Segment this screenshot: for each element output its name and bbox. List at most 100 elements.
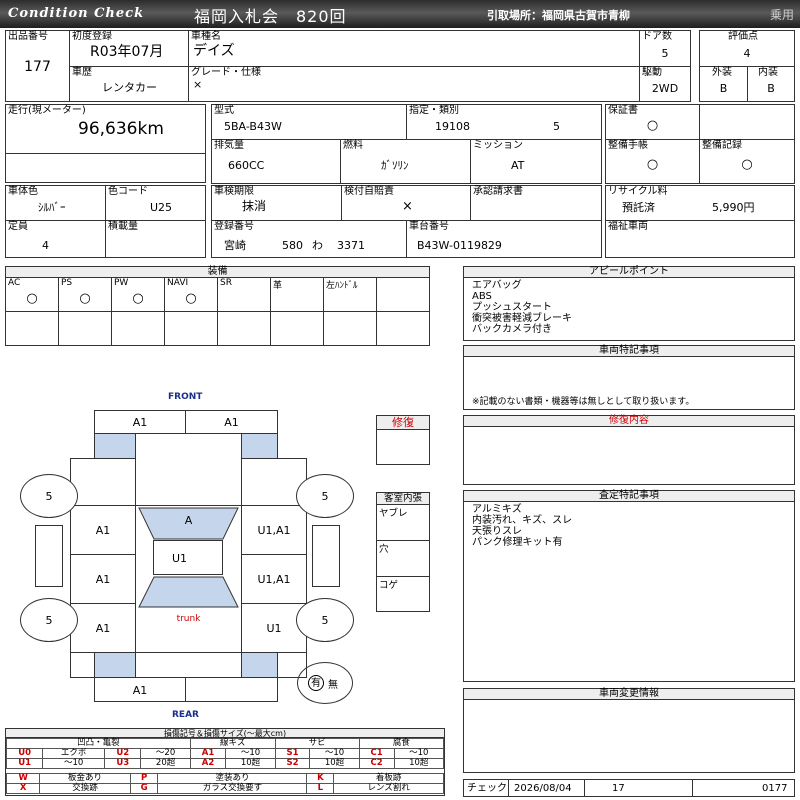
left-mirror-box	[35, 525, 63, 587]
legend-cell: ～10	[309, 748, 360, 759]
legend-group-rust: サビ	[274, 738, 360, 749]
first-reg-value: R03年07月	[90, 44, 164, 60]
cabin-title: 客室内張	[377, 493, 429, 505]
special-section: 車両特記事項 ※記載のない書類・機器等は無しとして取り扱います。	[463, 345, 795, 410]
part-left-fender: A1	[70, 505, 136, 555]
check-code: 0177	[762, 783, 788, 794]
equip-cell-6: 左ﾊﾝﾄﾞﾙ	[324, 278, 377, 312]
recycle-label: リサイクル料	[608, 186, 668, 197]
displacement-value: 660CC	[228, 159, 265, 172]
equip-label: PW	[114, 278, 129, 288]
equip-label: 革	[273, 281, 283, 291]
spare-tire: 有 無	[297, 662, 353, 704]
legend-cell: S2	[274, 758, 311, 769]
lot-label: 出品番号	[8, 31, 48, 42]
part-rear-bumper-right	[185, 677, 278, 702]
equip-blank-cell	[165, 312, 218, 346]
legend-cell: U3	[104, 758, 142, 769]
model-value: 5BA-B43W	[224, 120, 282, 133]
history-value: レンタカー	[102, 81, 157, 94]
capacity-cell: 定員 4	[5, 220, 106, 258]
grade-value: ×	[193, 78, 203, 91]
part-hood: A	[184, 514, 193, 527]
part-left-rear-corner	[70, 652, 95, 678]
warranty-cell: 保証書 ○	[605, 104, 700, 140]
transmission-label: ミッション	[473, 140, 523, 151]
part-taillight-right	[241, 652, 278, 678]
legend-cell: ～20	[140, 748, 191, 759]
model-cell: 型式 5BA-B43W	[211, 104, 407, 140]
assessment-section: 査定特記事項 アルミキズ 内装汚れ、キズ、スレ 天張りスレ パンク修理キット有	[463, 490, 795, 682]
legend-cell: 板金あり	[39, 773, 131, 784]
assessment-text: アルミキズ 内装汚れ、キズ、スレ 天張りスレ パンク修理キット有	[472, 504, 573, 548]
repair-title: 修復内容	[464, 416, 794, 427]
color-code-value: U25	[150, 201, 173, 214]
part-rear-bumper: A1	[94, 677, 186, 702]
change-section: 車両変更情報	[463, 688, 795, 773]
doors-cell: ドア数 5	[639, 30, 691, 67]
damage-legend: 損傷記号＆損傷サイズ(～最大cm) 凹凸・亀裂 線キズ サビ 腐食 U0 エクボ U…	[5, 728, 445, 796]
color-code-cell: 色コード U25	[105, 185, 206, 221]
car-name-label: 車種名	[191, 31, 221, 42]
designation-value-1: 19108	[435, 120, 470, 133]
rating-label: 評価点	[728, 31, 758, 42]
rear-label: REAR	[172, 710, 199, 720]
car-diagram: FRONT REAR A1 A1 A1 A1 A1 U1,A1 U1,A1 U1…	[0, 380, 460, 720]
reg-no-cell: 登録番号 宮崎 580 わ 3371	[211, 220, 407, 258]
legend-cell: A1	[189, 748, 227, 759]
equipment-title: 装備	[6, 267, 429, 278]
approval-label: 承認請求書	[473, 186, 523, 197]
tire-front-right: 5	[296, 474, 354, 518]
chassis-cell: 車台番号 B43W-0119829	[406, 220, 602, 258]
assessment-title: 査定特記事項	[464, 491, 794, 502]
equip-label: PS	[61, 278, 73, 288]
part-front-left: A1	[94, 410, 186, 434]
check-date: 2026/08/04	[514, 783, 572, 794]
load-cell: 積載量	[105, 220, 206, 258]
legend-cell: X	[5, 783, 41, 794]
repair-box: 修復	[376, 415, 430, 465]
warranty-blank-cell	[699, 104, 795, 140]
rating-value: 4	[743, 47, 751, 60]
maint-book-value: ○	[646, 157, 659, 172]
color-code-label: 色コード	[108, 186, 148, 197]
part-headlight-left	[94, 433, 136, 459]
legend-cell: C1	[358, 748, 395, 759]
part-right-fender: U1,A1	[241, 505, 307, 555]
fuel-value: ｶﾞｿﾘﾝ	[381, 159, 409, 172]
legend-cell: K	[306, 773, 335, 784]
legend-cell: ～10	[393, 748, 445, 759]
page-title: 福岡入札会 820回	[194, 7, 347, 26]
appeal-title: アピールポイント	[464, 267, 794, 278]
appeal-text: エアバッグ ABS プッシュスタート 衝突被害軽減ブレーキ バックカメラ付き	[472, 280, 572, 335]
designation-label: 指定・類別	[409, 105, 459, 116]
equip-value: ○	[132, 291, 144, 306]
doors-value: 5	[661, 47, 669, 60]
legend-cell: 10超	[309, 758, 360, 769]
legend-cell: ガラス交換要す	[157, 783, 308, 794]
cabin-tear: ヤブレ	[377, 505, 429, 541]
equip-value: ○	[79, 291, 91, 306]
change-title: 車両変更情報	[464, 689, 794, 700]
equip-label: 左ﾊﾝﾄﾞﾙ	[326, 281, 358, 291]
equip-blank-cell	[59, 312, 112, 346]
capacity-value: 4	[42, 239, 49, 252]
front-label: FRONT	[168, 392, 203, 402]
mileage-value: 96,636km	[78, 119, 164, 139]
equip-blank-cell	[6, 312, 59, 346]
legend-group-corrosion: 腐食	[358, 738, 445, 749]
reg-place: 宮崎	[224, 239, 246, 252]
displacement-label: 排気量	[214, 140, 244, 151]
check-label: チェック	[467, 783, 507, 794]
legend-cell: 塗装あり	[157, 773, 308, 784]
legend-cell: 10超	[393, 758, 445, 769]
equip-blank-cell	[324, 312, 377, 346]
reg-kana: わ	[312, 239, 323, 252]
equip-blank-cell	[271, 312, 324, 346]
recycle-cell: リサイクル料 預託済 5,990円	[605, 185, 795, 221]
welfare-cell: 福祉車両	[605, 220, 795, 258]
repair-section: 修復内容	[463, 415, 795, 485]
doors-label: ドア数	[642, 31, 672, 42]
legend-cell: U0	[5, 748, 44, 759]
legend-cell: エクボ	[42, 748, 106, 759]
